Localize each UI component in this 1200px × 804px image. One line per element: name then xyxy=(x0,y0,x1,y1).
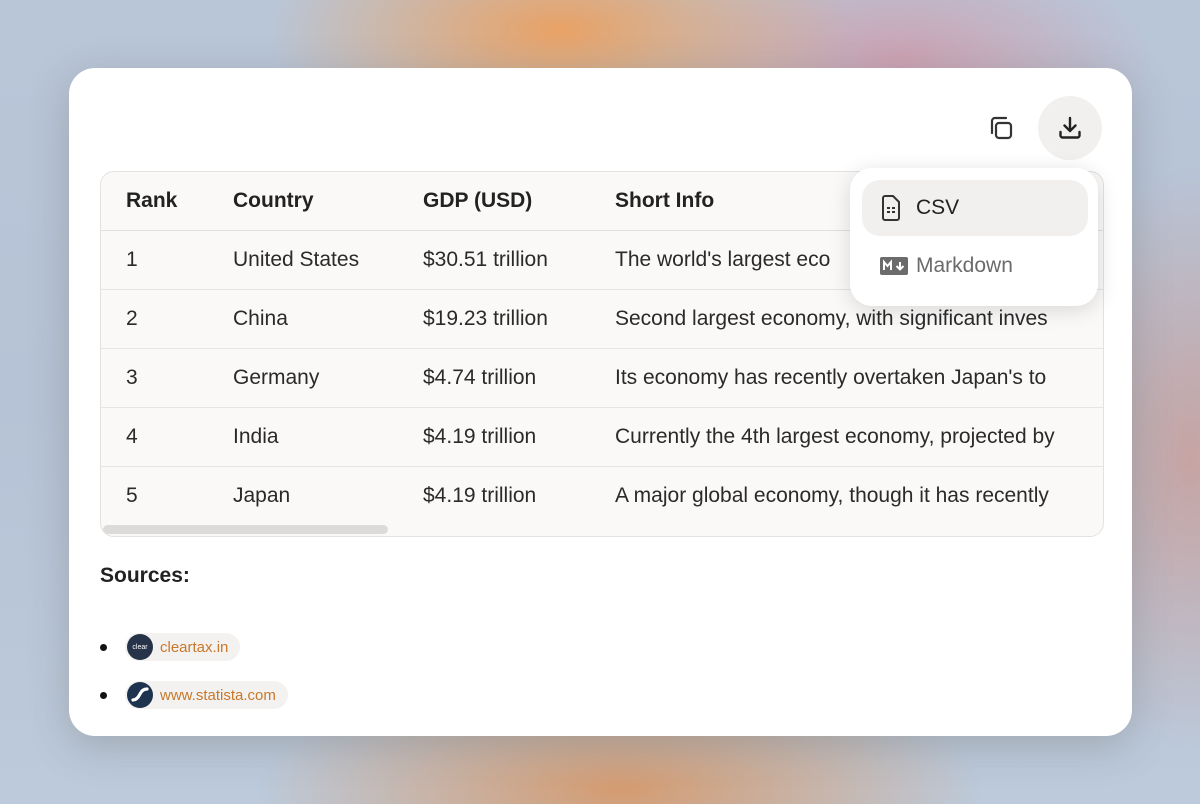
table-row: 5 Japan $4.19 trillion A major global ec… xyxy=(101,467,1103,526)
response-card: Rank Country GDP (USD) Short Info 1 Unit… xyxy=(69,68,1132,736)
cell-short-info: Its economy has recently overtaken Japan… xyxy=(615,348,1103,408)
csv-file-icon xyxy=(880,195,916,221)
cell-gdp: $4.74 trillion xyxy=(423,348,615,408)
cell-country: Japan xyxy=(233,484,291,507)
markdown-icon xyxy=(880,257,916,275)
source-item-statista: www.statista.com xyxy=(100,681,288,709)
cell-country: Germany xyxy=(233,348,423,408)
source-link-cleartax[interactable]: clear cleartax.in xyxy=(125,633,241,661)
column-header-country: Country xyxy=(233,172,423,231)
list-bullet xyxy=(100,643,107,651)
download-icon xyxy=(1059,116,1081,139)
download-button[interactable] xyxy=(1038,96,1102,160)
cell-rank: 5 xyxy=(126,484,138,507)
cell-rank: 4 xyxy=(101,407,233,467)
download-menu: CSV Markdown xyxy=(850,168,1098,306)
table-row: 4 India $4.19 trillion Currently the 4th… xyxy=(101,407,1103,467)
cell-gdp: $4.19 trillion xyxy=(423,407,615,467)
column-header-gdp: GDP (USD) xyxy=(423,172,615,231)
cell-rank: 2 xyxy=(101,289,233,349)
cell-country: India xyxy=(233,407,423,467)
table-row: 3 Germany $4.74 trillion Its economy has… xyxy=(101,348,1103,408)
sources-heading: Sources: xyxy=(100,564,190,587)
source-item-cleartax: clear cleartax.in xyxy=(100,633,241,661)
cell-gdp: $19.23 trillion xyxy=(423,289,615,349)
cell-rank: 1 xyxy=(101,230,233,290)
cell-gdp: $30.51 trillion xyxy=(423,230,615,290)
horizontal-scrollbar[interactable] xyxy=(103,525,388,534)
cell-country: United States xyxy=(233,230,423,290)
source-link-label: www.statista.com xyxy=(160,686,276,704)
source-link-statista[interactable]: www.statista.com xyxy=(125,681,288,709)
statista-logo-icon xyxy=(127,682,153,708)
cleartax-logo-icon: clear xyxy=(127,634,153,660)
cell-gdp: $4.19 trillion xyxy=(423,484,537,507)
menu-item-markdown[interactable]: Markdown xyxy=(862,238,1088,294)
copy-icon xyxy=(990,116,1013,140)
list-bullet xyxy=(100,691,107,699)
cell-short-info: Currently the 4th largest economy, proje… xyxy=(615,407,1103,467)
source-link-label: cleartax.in xyxy=(160,638,229,656)
menu-item-csv[interactable]: CSV xyxy=(862,180,1088,236)
column-header-rank: Rank xyxy=(101,172,233,231)
copy-button[interactable] xyxy=(969,96,1033,160)
cell-country: China xyxy=(233,289,423,349)
cell-short-info: A major global economy, though it has re… xyxy=(615,484,1049,507)
cell-rank: 3 xyxy=(101,348,233,408)
menu-item-label: CSV xyxy=(916,196,960,219)
menu-item-label: Markdown xyxy=(916,254,1013,277)
